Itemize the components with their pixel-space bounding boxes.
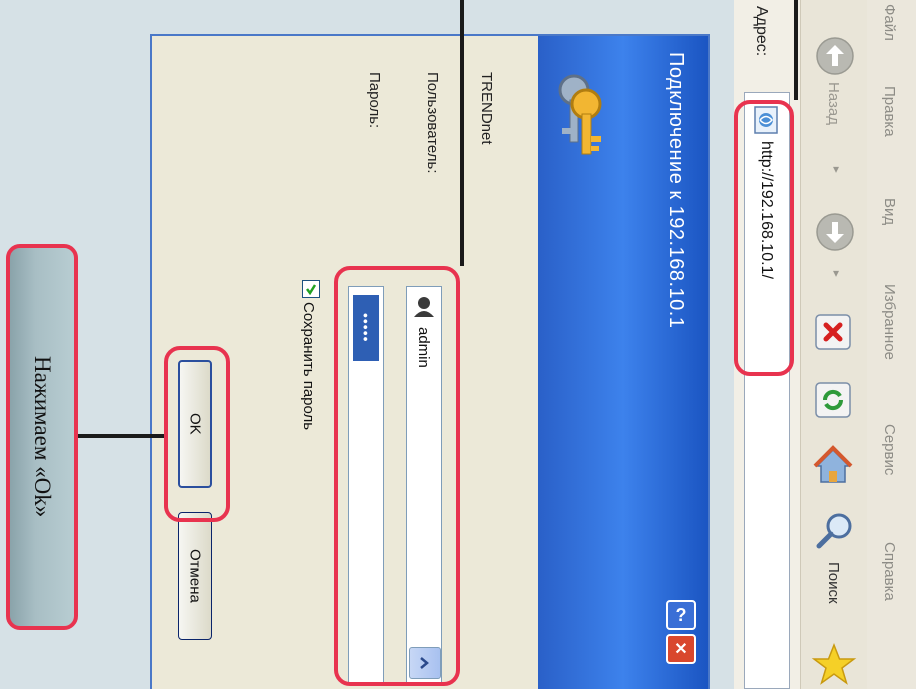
- highlight-ok-button: [164, 346, 230, 522]
- user-label: Пользователь:: [424, 72, 441, 174]
- stop-icon[interactable]: [813, 312, 853, 352]
- realm-label: TRENDnet: [478, 72, 495, 145]
- toolbar: Назад ▾ ▾ Поиск: [800, 0, 867, 689]
- help-icon: ?: [675, 604, 687, 625]
- close-button[interactable]: ✕: [666, 634, 696, 664]
- close-icon: ✕: [674, 641, 688, 658]
- help-button[interactable]: ?: [666, 600, 696, 630]
- back-button[interactable]: Назад ▾: [807, 36, 863, 186]
- dialog-title: Подключение к 192.168.10.1: [665, 52, 687, 329]
- menu-bar: Файл Правка Вид Избранное Сервис Справка: [866, 0, 916, 689]
- menu-item-help[interactable]: Справка: [881, 542, 898, 601]
- forward-button[interactable]: ▾: [807, 206, 863, 296]
- refresh-icon[interactable]: [813, 380, 853, 420]
- home-icon[interactable]: [811, 444, 855, 488]
- menu-item-favorites[interactable]: Избранное: [881, 284, 898, 360]
- callout-text: Нажимаем «Ok»: [30, 356, 55, 518]
- pointer-line-ok: [78, 434, 164, 438]
- back-dropdown-icon[interactable]: ▾: [829, 162, 843, 176]
- search-label: Поиск: [825, 562, 842, 604]
- cancel-button-label: Отмена: [186, 549, 204, 603]
- callout-box: Нажимаем «Ok»: [6, 244, 78, 630]
- remember-password-checkbox[interactable]: Сохранить пароль: [296, 280, 326, 500]
- remember-password-label: Сохранить пароль: [300, 302, 317, 431]
- forward-arrow-icon: [816, 213, 854, 251]
- back-label: Назад: [825, 82, 842, 125]
- forward-dropdown-icon[interactable]: ▾: [829, 266, 843, 280]
- checkmark-icon: [306, 284, 317, 295]
- menu-item-tools[interactable]: Сервис: [881, 424, 898, 475]
- checkbox-box[interactable]: [302, 280, 320, 298]
- menu-item-file[interactable]: Файл: [881, 4, 898, 41]
- cancel-button[interactable]: Отмена: [178, 512, 212, 640]
- favorites-star-icon[interactable]: [811, 642, 857, 688]
- highlight-address: [734, 100, 794, 376]
- pointer-line-address: [794, 0, 798, 100]
- pointer-line-credentials: [460, 0, 464, 266]
- highlight-credentials: [334, 266, 460, 686]
- menu-item-view[interactable]: Вид: [881, 198, 898, 225]
- back-arrow-icon: [816, 37, 854, 75]
- search-button[interactable]: Поиск: [807, 508, 863, 638]
- address-label: Адрес:: [753, 6, 770, 57]
- keys-icon: [544, 70, 614, 156]
- dialog-title-bar[interactable]: Подключение к 192.168.10.1 ? ✕: [538, 36, 708, 689]
- menu-item-edit[interactable]: Правка: [881, 86, 898, 137]
- password-label: Пароль:: [366, 72, 383, 129]
- search-icon: [816, 513, 852, 549]
